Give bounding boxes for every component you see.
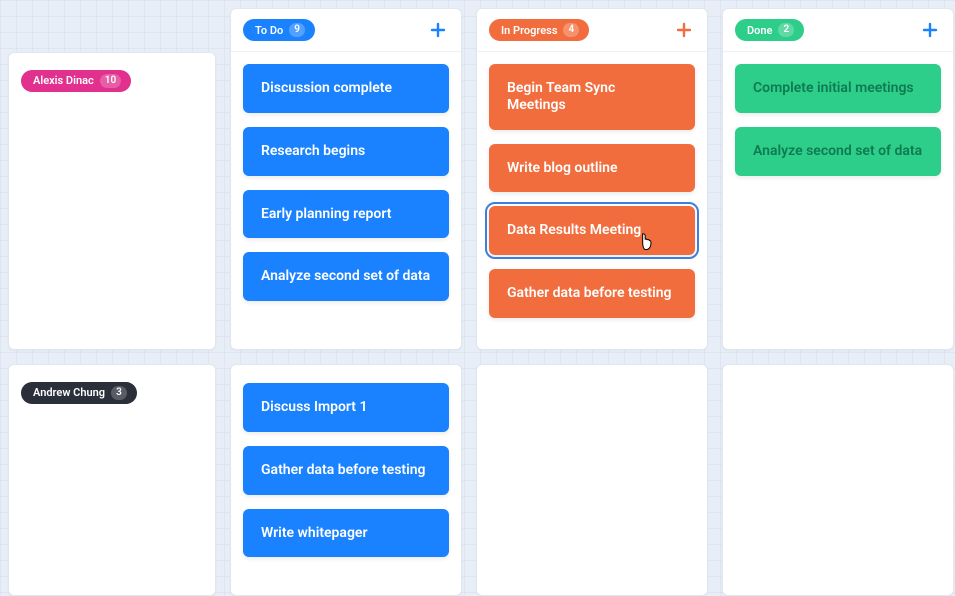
person-pill-andrew[interactable]: Andrew Chung 3 [21,382,137,404]
cell-todo-andrew: Discuss Import 1 Gather data before test… [230,364,462,596]
cell-todo-alexis: To Do 9 Discussion complete Research beg… [230,8,462,350]
task-title: Discuss Import 1 [261,399,368,415]
task-title: Early planning report [261,206,391,222]
column-header-done: Done 2 [723,9,953,52]
person-count: 10 [100,74,121,88]
column-pill-inprogress[interactable]: In Progress 4 [489,19,589,41]
task-card[interactable]: Discussion complete [243,64,449,113]
plus-icon [922,22,938,38]
card-list: Complete initial meetings Analyze second… [723,52,953,188]
task-title: Complete initial meetings [753,80,914,96]
column-count: 2 [778,23,794,37]
task-title: Begin Team Sync Meetings [507,80,615,113]
cell-done-alexis: Done 2 Complete initial meetings Analyze… [722,8,954,350]
task-title: Write whitepager [261,525,368,541]
task-card[interactable]: Analyze second set of data [735,127,941,176]
card-list: Discuss Import 1 Gather data before test… [231,365,461,569]
task-title: Gather data before testing [507,285,672,301]
task-title: Analyze second set of data [261,268,430,284]
task-title: Write blog outline [507,160,617,176]
task-title: Research begins [261,143,365,159]
cell-inprogress-andrew[interactable] [476,364,708,596]
plus-icon [430,22,446,38]
add-card-button-done[interactable] [919,19,941,41]
task-card[interactable]: Complete initial meetings [735,64,941,113]
person-name: Andrew Chung [33,387,105,398]
column-label: Done [747,25,772,36]
task-title: Analyze second set of data [753,143,922,159]
column-pill-done[interactable]: Done 2 [735,19,804,41]
task-card[interactable]: Research begins [243,127,449,176]
add-card-button-inprogress[interactable] [673,19,695,41]
column-header-todo: To Do 9 [231,9,461,52]
task-card[interactable]: Analyze second set of data [243,252,449,301]
task-card[interactable]: Discuss Import 1 [243,383,449,432]
task-card[interactable]: Gather data before testing [489,269,695,318]
plus-icon [676,22,692,38]
task-title: Data Results Meeting [507,222,641,238]
task-card[interactable]: Begin Team Sync Meetings [489,64,695,130]
cell-done-andrew[interactable] [722,364,954,596]
column-count: 9 [289,23,305,37]
task-card[interactable]: Gather data before testing [243,446,449,495]
column-label: In Progress [501,25,557,36]
column-count: 4 [563,23,579,37]
column-header-inprogress: In Progress 4 [477,9,707,52]
kanban-grid: Alexis Dinac 10 Andrew Chung 3 To Do 9 D… [0,0,955,596]
add-card-button-todo[interactable] [427,19,449,41]
task-title: Gather data before testing [261,462,426,478]
person-panel-andrew: Andrew Chung 3 [8,364,216,596]
task-card[interactable]: Write whitepager [243,509,449,558]
column-label: To Do [255,25,283,36]
task-card[interactable]: Data Results Meeting [489,206,695,255]
card-list [477,365,707,395]
task-card[interactable]: Write blog outline [489,144,695,193]
card-list [723,365,953,395]
column-pill-todo[interactable]: To Do 9 [243,19,315,41]
cell-inprogress-alexis: In Progress 4 Begin Team Sync Meetings W… [476,8,708,350]
person-name: Alexis Dinac [33,75,94,86]
task-card[interactable]: Early planning report [243,190,449,239]
task-title: Discussion complete [261,80,392,96]
person-pill-alexis[interactable]: Alexis Dinac 10 [21,70,131,92]
card-list: Begin Team Sync Meetings Write blog outl… [477,52,707,330]
card-list: Discussion complete Research begins Earl… [231,52,461,313]
person-count: 3 [111,386,127,400]
person-panel-alexis: Alexis Dinac 10 [8,52,216,350]
